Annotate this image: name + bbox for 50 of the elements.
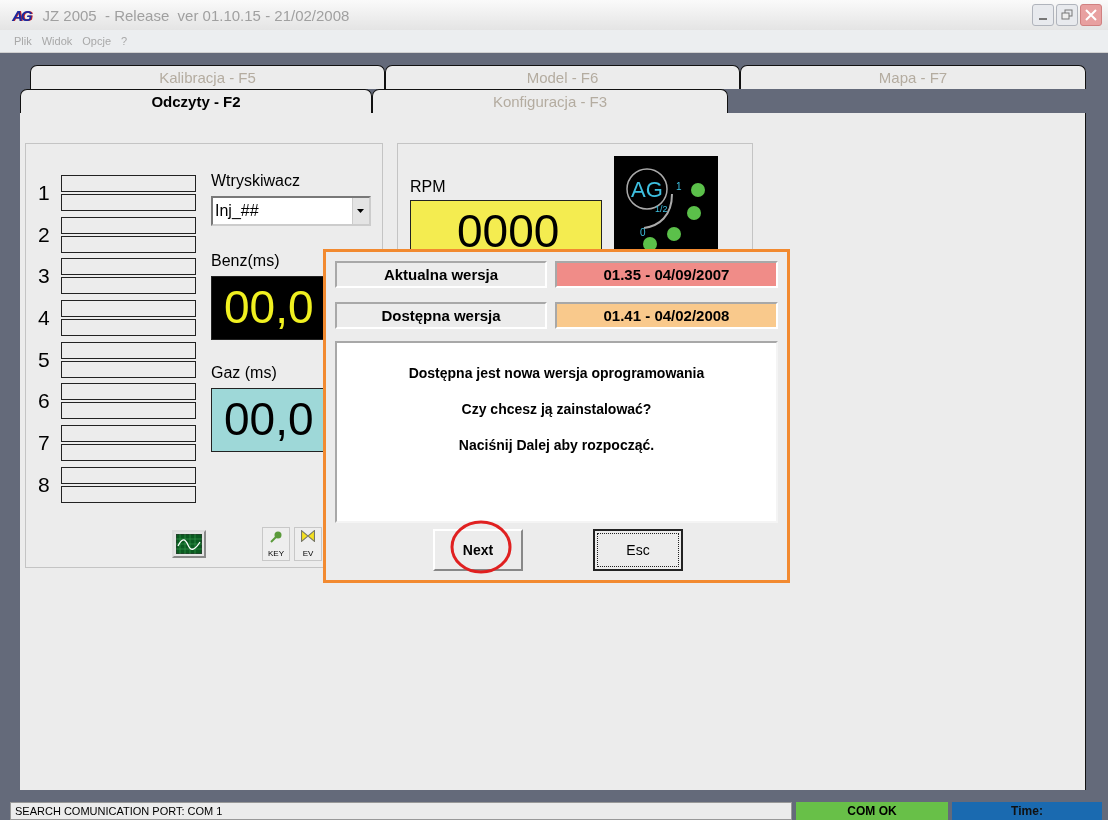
menu-item[interactable]: Widok — [41, 35, 73, 47]
oscilloscope-button[interactable] — [172, 530, 206, 558]
message-text: Naciśnij Dalej aby rozpocząć. — [458, 437, 655, 453]
cylinder-number: 1 — [38, 180, 51, 205]
app-logo: AG — [12, 6, 31, 24]
injector-dropdown[interactable]: Inj_## — [211, 196, 371, 226]
message-text: Dostępna jest nowa wersja oprogramowania — [408, 365, 705, 381]
restore-icon — [1061, 9, 1073, 21]
field-label: RPM — [410, 178, 447, 196]
tab[interactable]: Kalibracja - F5 — [30, 65, 385, 89]
tab[interactable]: Mapa - F7 — [740, 65, 1086, 89]
valve-icon — [301, 530, 315, 542]
valve-button[interactable]: EV — [294, 527, 322, 561]
cylinder-number: 3 — [38, 264, 51, 289]
oscilloscope-icon — [176, 534, 202, 554]
cylinder-number: 2 — [38, 222, 51, 247]
close-button[interactable] — [1080, 4, 1102, 26]
close-icon — [1085, 9, 1097, 21]
cylinder-number: 8 — [38, 472, 51, 497]
key-button[interactable]: KEY — [262, 527, 290, 561]
cylinder-number: 5 — [38, 347, 51, 372]
cylinder-number: 7 — [38, 430, 51, 455]
menu-item[interactable]: ? — [121, 35, 128, 47]
status-message: SEARCH COMUNICATION PORT: COM 1 — [10, 802, 792, 820]
version-label: Dostępna wersja — [335, 302, 547, 329]
tab[interactable]: Model - F6 — [385, 65, 740, 89]
caret-icon — [357, 208, 365, 214]
menu-item[interactable]: Opcje — [82, 35, 112, 47]
tab[interactable]: Konfiguracja - F3 — [372, 89, 728, 113]
version-value: 01.35 - 04/09/2007 — [555, 261, 778, 288]
dialog-button[interactable]: Next — [433, 529, 523, 571]
field-label: Wtryskiwacz — [211, 172, 300, 190]
minimize-button[interactable] — [1032, 4, 1054, 26]
dialog-button[interactable]: Esc — [593, 529, 683, 571]
key-icon — [269, 530, 283, 544]
tab[interactable]: Odczyty - F2 — [20, 89, 372, 113]
version-value: 01.41 - 04/02/2008 — [555, 302, 778, 329]
time-status: Time: — [952, 802, 1102, 820]
connection-status: COM OK — [796, 802, 948, 820]
cylinder-number: 4 — [38, 305, 51, 330]
version-label: Aktualna wersja — [335, 261, 547, 288]
minimize-icon — [1039, 18, 1047, 20]
cylinder-number: 6 — [38, 389, 51, 414]
window-title: JZ 2005 - Release ver 01.10.15 - 21/02/2008 — [42, 6, 350, 24]
restore-button[interactable] — [1056, 4, 1078, 26]
highlight-ring — [449, 520, 513, 574]
field-label: Benz(ms) — [211, 252, 280, 270]
field-label: Gaz (ms) — [211, 364, 277, 382]
message-text: Czy chcesz ją zainstalować? — [461, 401, 652, 417]
menu-item[interactable]: Plik — [14, 35, 32, 47]
